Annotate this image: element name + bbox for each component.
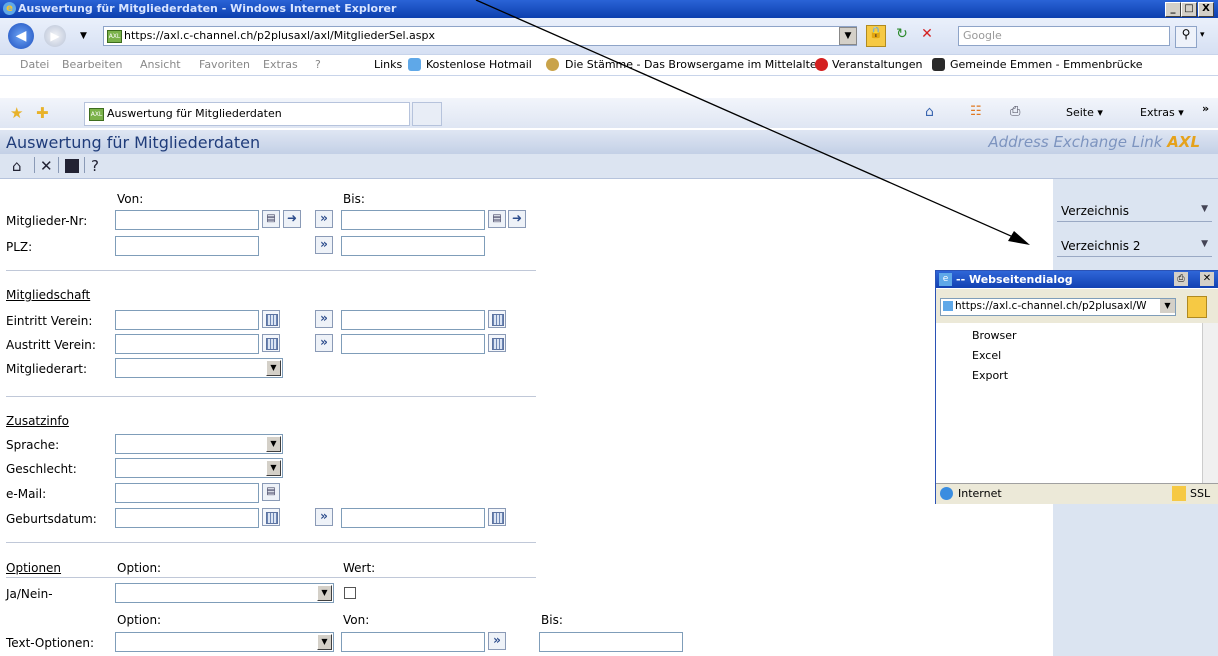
- arrowhead-icon: [1008, 231, 1030, 245]
- annotation-line: [475, 0, 1021, 241]
- annotation-arrows: [300, 0, 1030, 245]
